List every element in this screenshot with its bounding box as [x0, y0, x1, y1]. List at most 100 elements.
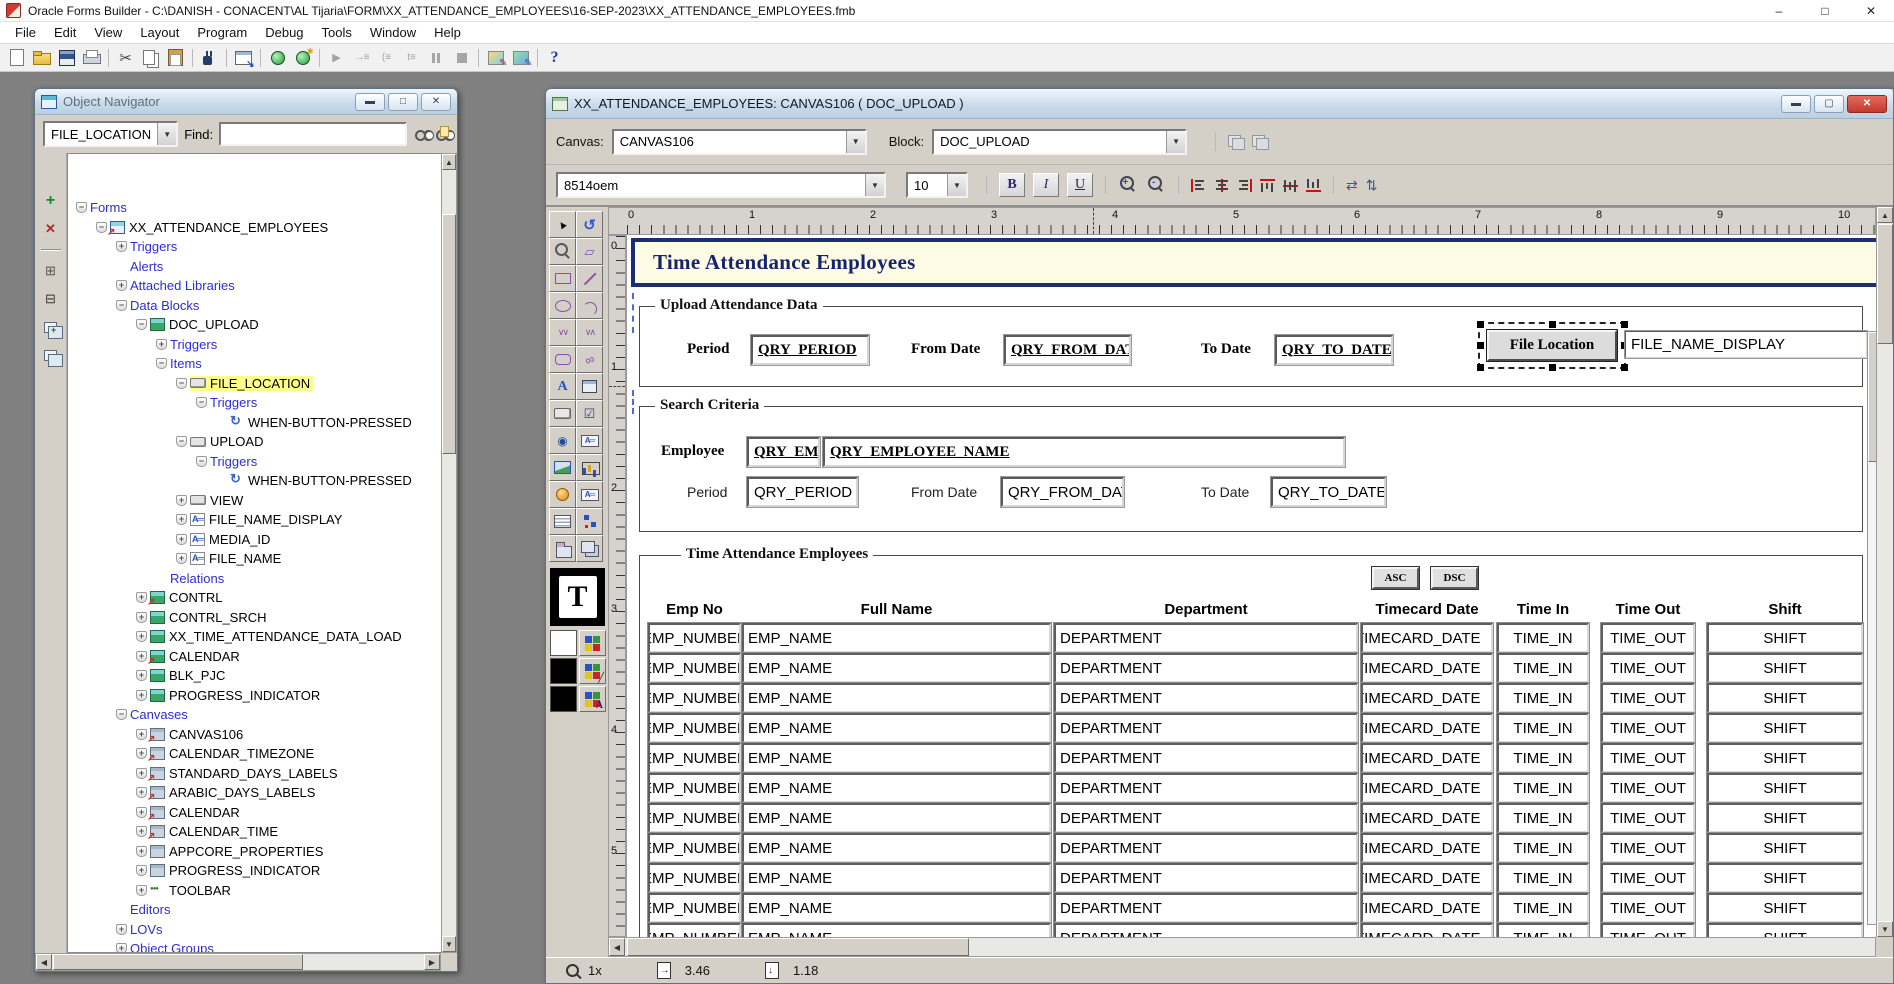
file-location-button[interactable]: File Location [1486, 329, 1618, 362]
debug-run-button[interactable] [324, 46, 349, 70]
led-vertical-scrollbar[interactable]: ▲ ▼ [1876, 207, 1893, 937]
tree-node-forms[interactable]: − Forms [68, 198, 441, 218]
search-to-date-field[interactable]: QRY_TO_DATE [1270, 476, 1387, 508]
zoom-out-icon[interactable]: - [1146, 175, 1166, 195]
tree-node-attached-libraries[interactable]: + Attached Libraries [68, 276, 441, 296]
stop-button[interactable] [449, 46, 474, 70]
expand-all-button[interactable] [40, 317, 63, 339]
expand-icon[interactable]: + [176, 553, 187, 565]
table-field-shift[interactable]: SHIFT [1706, 802, 1864, 834]
menu-view[interactable]: View [85, 23, 131, 42]
tree-node-alerts[interactable]: Alerts [68, 257, 441, 277]
chevron-down-icon[interactable]: ▼ [947, 174, 966, 196]
scroll-left-icon[interactable]: ◀ [609, 938, 625, 956]
table-field-timecard_date[interactable]: TIMECARD_DATE [1360, 892, 1494, 924]
tree-node-progress-indicator[interactable]: + PROGRESS_INDICATOR [68, 686, 441, 706]
tree-node-relations[interactable]: Relations [68, 569, 441, 589]
tree-node-view[interactable]: + VIEW [68, 491, 441, 511]
table-field-emp_name[interactable]: EMP_NAME [741, 922, 1052, 937]
expand-icon[interactable]: + [116, 280, 127, 292]
italic-button[interactable]: I [1033, 173, 1059, 197]
table-field-time_in[interactable]: TIME_IN [1496, 862, 1590, 894]
find-input[interactable] [219, 122, 408, 146]
save-button[interactable] [54, 46, 79, 70]
expand-icon[interactable]: + [136, 806, 147, 818]
collapse-icon[interactable]: − [116, 709, 127, 721]
fill-color-swatch[interactable] [550, 630, 577, 656]
layout-editor-titlebar[interactable]: XX_ATTENDANCE_EMPLOYEES: CANVAS106 ( DOC… [546, 89, 1893, 119]
table-field-time_out[interactable]: TIME_OUT [1600, 802, 1696, 834]
search-period-field[interactable]: QRY_PERIOD [746, 476, 859, 508]
copy-button[interactable] [138, 46, 163, 70]
frame-tool[interactable] [576, 373, 603, 400]
expand-icon[interactable]: + [136, 865, 147, 877]
table-field-department[interactable]: DEPARTMENT [1053, 622, 1359, 654]
expand-icon[interactable]: + [136, 767, 147, 779]
collapse-icon[interactable]: − [96, 221, 107, 233]
table-field-emp_number[interactable]: EMP_NUMBER [647, 712, 742, 744]
led-minimize-button[interactable]: ▬ [1781, 94, 1811, 113]
table-field-time_out[interactable]: TIME_OUT [1600, 682, 1696, 714]
magnify-tool[interactable] [549, 238, 576, 265]
chevron-down-icon[interactable]: ▼ [1166, 130, 1186, 153]
table-field-emp_number[interactable]: EMP_NUMBER [647, 892, 742, 924]
led-close-button[interactable]: ✕ [1847, 94, 1887, 113]
expand-icon[interactable]: + [136, 845, 147, 857]
expand-icon[interactable]: + [136, 689, 147, 701]
expand-icon[interactable]: + [116, 923, 127, 935]
tree-node-calendar[interactable]: + CALENDAR [68, 647, 441, 667]
table-field-time_out[interactable]: TIME_OUT [1600, 862, 1696, 894]
selection-handle[interactable] [1476, 320, 1484, 328]
menu-program[interactable]: Program [188, 23, 256, 42]
list-tool[interactable] [549, 508, 576, 535]
underline-button[interactable]: U [1067, 173, 1093, 197]
close-button[interactable]: ✕ [1848, 0, 1894, 21]
table-field-department[interactable]: DEPARTMENT [1053, 652, 1359, 684]
table-field-time_in[interactable]: TIME_IN [1496, 622, 1590, 654]
print-button[interactable] [79, 46, 104, 70]
table-field-shift[interactable]: SHIFT [1706, 712, 1864, 744]
table-field-emp_number[interactable]: EMP_NUMBER [647, 802, 742, 834]
find-next-icon[interactable] [434, 126, 449, 142]
tree-node-file-name-display[interactable]: + FILE_NAME_DISPLAY [68, 510, 441, 530]
onav-minimize-button[interactable]: ▬ [355, 92, 385, 111]
led-restore-button[interactable]: ▢ [1814, 94, 1844, 113]
create-button[interactable]: + [40, 191, 62, 211]
menu-tools[interactable]: Tools [313, 23, 361, 42]
flip-vertical-icon[interactable]: ⇅ [1366, 177, 1378, 194]
tree-node-calendar[interactable]: + CALENDAR [68, 803, 441, 823]
led-vscroll-thumb[interactable] [1877, 224, 1893, 344]
freehand-tool[interactable] [576, 346, 603, 373]
table-field-emp_number[interactable]: EMP_NUMBER [647, 862, 742, 894]
table-field-time_out[interactable]: TIME_OUT [1600, 832, 1696, 864]
expand-icon[interactable]: + [116, 241, 127, 253]
table-field-emp_name[interactable]: EMP_NAME [741, 892, 1052, 924]
table-field-time_in[interactable]: TIME_IN [1496, 742, 1590, 774]
table-field-emp_number[interactable]: EMP_NUMBER [647, 622, 742, 654]
tree-node-lovs[interactable]: + LOVs [68, 920, 441, 940]
layout-wizard-button[interactable] [483, 46, 508, 70]
align-top-icon[interactable] [1260, 178, 1275, 192]
scroll-right-icon[interactable]: ▶ [424, 954, 440, 970]
step-out-button[interactable] [399, 46, 424, 70]
object-type-selector[interactable]: FILE_LOCATION ▼ [43, 121, 179, 147]
align-center-icon[interactable] [1214, 178, 1229, 192]
led-horizontal-scrollbar[interactable]: ◀ [608, 937, 1876, 957]
rect-tool[interactable] [549, 265, 576, 292]
tree-node-standard-days-labels[interactable]: + STANDARD_DAYS_LABELS [68, 764, 441, 784]
data-block-wizard-button[interactable] [508, 46, 533, 70]
expand-icon[interactable]: + [136, 611, 147, 623]
selection-handle[interactable] [1620, 363, 1628, 371]
expand-icon[interactable]: + [136, 826, 147, 838]
table-field-emp_name[interactable]: EMP_NAME [741, 832, 1052, 864]
table-field-timecard_date[interactable]: TIMECARD_DATE [1360, 922, 1494, 937]
table-field-time_in[interactable]: TIME_IN [1496, 922, 1590, 937]
tree-node-canvases[interactable]: − Canvases [68, 705, 441, 725]
select-tool[interactable] [549, 211, 576, 238]
onav-horizontal-scrollbar[interactable]: ◀ ▶ [35, 953, 441, 971]
collapse-icon[interactable]: − [136, 319, 147, 331]
tree-node-data-blocks[interactable]: − Data Blocks [68, 296, 441, 316]
font-size-selector[interactable]: 10 ▼ [906, 172, 968, 198]
rotate-tool[interactable] [576, 211, 603, 238]
tree-node-when-button-pressed[interactable]: WHEN-BUTTON-PRESSED [68, 471, 441, 491]
